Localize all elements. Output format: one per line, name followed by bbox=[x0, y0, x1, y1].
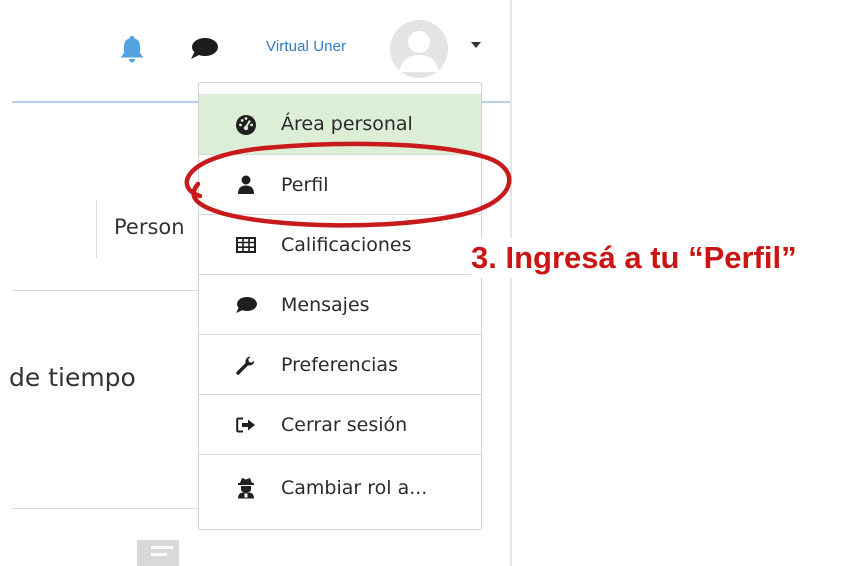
page-right-border bbox=[510, 0, 512, 566]
instruction-callout: 3. Ingresá a tu “Perfil” bbox=[471, 238, 797, 278]
wrench-icon bbox=[235, 354, 257, 376]
menu-item-label: Área personal bbox=[281, 113, 413, 135]
section-heading-partial: de tiempo bbox=[9, 363, 136, 392]
menu-item-label: Cerrar sesión bbox=[281, 413, 408, 436]
chat-bubble-icon bbox=[191, 38, 218, 59]
user-icon bbox=[235, 174, 257, 196]
messages-button[interactable] bbox=[188, 36, 220, 62]
tab-personal-partial[interactable]: Person bbox=[114, 215, 185, 239]
menu-item-cerrar-sesion[interactable]: Cerrar sesión bbox=[199, 394, 481, 454]
notifications-button[interactable] bbox=[119, 34, 145, 64]
section-divider bbox=[12, 508, 202, 509]
avatar[interactable] bbox=[390, 20, 448, 78]
caret-down-icon[interactable] bbox=[471, 42, 481, 48]
menu-item-cambiar-rol[interactable]: Cambiar rol a... bbox=[199, 454, 481, 520]
menu-item-mensajes[interactable]: Mensajes bbox=[199, 274, 481, 334]
user-name-link[interactable]: Virtual Uner bbox=[266, 38, 346, 55]
menu-item-area-personal[interactable]: Área personal bbox=[199, 94, 481, 154]
user-secret-icon bbox=[235, 477, 257, 499]
sign-out-icon bbox=[235, 414, 257, 436]
default-user-avatar-icon bbox=[390, 20, 448, 78]
user-menu-dropdown: Área personal Perfil Calificaciones Mens… bbox=[198, 82, 482, 530]
menu-item-label: Perfil bbox=[281, 173, 329, 196]
menu-item-calificaciones[interactable]: Calificaciones bbox=[199, 214, 481, 274]
chat-bubble-icon bbox=[235, 294, 257, 316]
section-divider bbox=[12, 290, 202, 291]
dashboard-gauge-icon bbox=[235, 113, 257, 135]
table-grid-icon bbox=[235, 234, 257, 256]
menu-item-label: Preferencias bbox=[281, 353, 398, 376]
menu-item-label: Mensajes bbox=[281, 293, 370, 316]
menu-item-perfil[interactable]: Perfil bbox=[199, 154, 481, 214]
menu-item-label: Calificaciones bbox=[281, 233, 412, 256]
menu-item-preferencias[interactable]: Preferencias bbox=[199, 334, 481, 394]
course-card-icon bbox=[137, 540, 179, 566]
tab-divider bbox=[96, 200, 97, 258]
menu-item-label: Cambiar rol a... bbox=[281, 476, 428, 499]
bell-icon bbox=[120, 36, 144, 63]
